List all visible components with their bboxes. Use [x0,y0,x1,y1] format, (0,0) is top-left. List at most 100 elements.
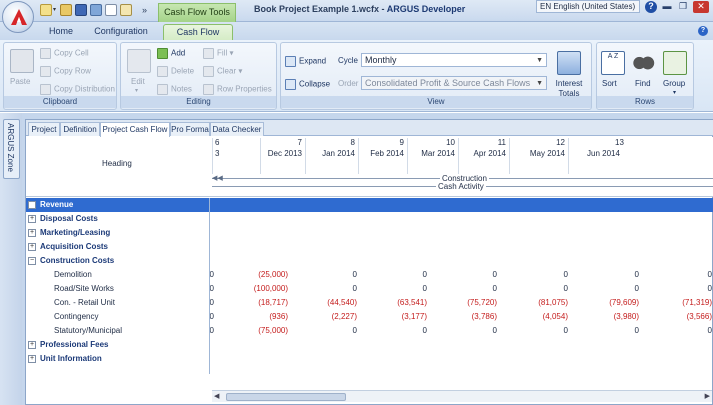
cash-flow-cell[interactable]: 0 [635,284,639,293]
cash-flow-cell[interactable]: 0 [564,326,568,335]
cash-flow-cell[interactable]: (3,177) [402,312,427,321]
cash-flow-cell[interactable]: 0 [423,326,427,335]
edit-dropdown-icon[interactable]: ▾ [135,87,138,94]
line-item-row[interactable]: Statutory/Municipal 0 (75,000) 0 0 0 0 0 0 [26,324,713,338]
scroll-left-icon[interactable]: ◀ [214,392,219,400]
cash-flow-cell[interactable]: (63,541) [397,298,427,307]
group-row[interactable]: + Marketing/Leasing [26,226,713,240]
expand-row-icon[interactable]: + [28,243,36,251]
sheet-tab-project-cash-flow[interactable]: Project Cash Flow [100,122,170,137]
close-icon[interactable]: ✕ [693,1,709,13]
cash-flow-cell[interactable]: 0 [423,270,427,279]
cash-flow-cell[interactable]: (3,786) [472,312,497,321]
expand-row-icon[interactable]: + [28,229,36,237]
row-properties-button[interactable]: Row Properties [203,84,272,95]
order-select[interactable]: Consolidated Profit & Source Cash Flows ▼ [361,76,547,90]
cash-flow-cell[interactable]: (18,717) [258,298,288,307]
edit-button[interactable]: Edit [131,77,145,86]
horizontal-scrollbar[interactable]: ◀ ▶ [212,390,712,402]
cash-flow-cell[interactable]: 0 [423,284,427,293]
scrollbar-thumb[interactable] [226,393,346,401]
expand-row-icon[interactable]: + [28,215,36,223]
fill-button[interactable]: Fill ▾ [203,48,233,59]
minimize-icon[interactable]: ▬ [660,1,674,13]
cash-flow-cell[interactable]: (44,540) [327,298,357,307]
cash-flow-cell[interactable]: (3,566) [687,312,712,321]
cash-flow-cell[interactable]: 0 [635,326,639,335]
line-item-row[interactable]: Demolition 0 (25,000) 0 0 0 0 0 0 [26,268,713,282]
qat-overflow-icon[interactable]: » [142,5,147,15]
cash-flow-cell[interactable]: (75,000) [258,326,288,335]
tab-cash-flow[interactable]: Cash Flow [163,24,233,40]
argus-zone-tab[interactable]: ARGUS Zone [3,119,20,179]
sheet-tab-pro-forma[interactable]: Pro Forma [170,122,210,136]
cash-flow-cell[interactable]: 0 [708,326,712,335]
cash-flow-cell[interactable]: (81,075) [538,298,568,307]
group-row[interactable]: + Disposal Costs [26,212,713,226]
period-column-header[interactable]: 8 Jan 2014 [305,138,358,174]
cash-flow-cell[interactable]: 0 [493,270,497,279]
period-column-header[interactable]: 9 Feb 2014 [358,138,407,174]
cash-flow-cell[interactable]: (4,054) [543,312,568,321]
heading-column-header[interactable]: Heading [102,159,132,168]
save-icon[interactable] [75,4,87,16]
group-row[interactable]: + Professional Fees [26,338,713,352]
line-item-row[interactable]: Con. - Retail Unit 0 (18,717) (44,540) (63,5… [26,296,713,310]
ribbon-help-icon[interactable]: ? [698,26,708,36]
sheet-tab-data-checker[interactable]: Data Checker [210,122,264,136]
find-button[interactable]: Find [635,79,651,88]
group-button[interactable]: Group [663,79,685,88]
tab-configuration[interactable]: Configuration [90,24,152,40]
copy-distribution-button[interactable]: Copy Distribution [40,84,115,95]
new-file-icon[interactable] [40,4,52,16]
cash-flow-cell[interactable]: 0 [635,270,639,279]
help-icon[interactable]: ? [645,1,657,13]
tab-home[interactable]: Home [36,24,86,40]
group-row[interactable]: − Construction Costs [26,254,713,268]
cash-flow-cell[interactable]: (3,980) [614,312,639,321]
cash-flow-cell[interactable]: 0 [564,270,568,279]
line-item-row[interactable]: Contingency 0 (936) (2,227) (3,177) (3,786) (4… [26,310,713,324]
print-icon[interactable] [120,4,132,16]
scroll-right-icon[interactable]: ▶ [705,392,710,400]
group-dropdown-icon[interactable]: ▾ [673,89,676,96]
language-selector[interactable]: EN English (United States) [536,0,640,13]
cycle-select[interactable]: Monthly ▼ [361,53,547,67]
period-column-header[interactable]: 11 Apr 2014 [458,138,509,174]
period-column-header[interactable]: 10 Mar 2014 [407,138,458,174]
group-row[interactable]: + Acquisition Costs [26,240,713,254]
expand-button[interactable]: Expand [285,56,326,67]
collapse-button[interactable]: Collapse [285,79,330,90]
cash-flow-cell[interactable]: 0 [708,284,712,293]
cash-flow-cell[interactable]: 0 [564,284,568,293]
save-as-icon[interactable] [90,4,102,16]
paste-button[interactable]: Paste [10,77,30,86]
new-dropdown-icon[interactable]: ▾ [53,6,56,13]
cash-flow-cell[interactable]: (71,319) [682,298,712,307]
notes-button[interactable]: Notes [157,84,192,95]
cash-flow-cell[interactable]: (75,720) [467,298,497,307]
sort-button[interactable]: Sort [602,79,617,88]
period-column-header[interactable]: 13 Jun 2014 [568,138,713,174]
application-menu-button[interactable] [2,1,34,33]
sheet-tab-definition[interactable]: Definition [60,122,100,136]
cash-flow-cell[interactable]: 0 [493,284,497,293]
cash-flow-cell[interactable]: 0 [353,326,357,335]
cash-flow-cell[interactable]: (2,227) [332,312,357,321]
add-button[interactable]: Add [157,48,185,59]
collapse-row-icon[interactable]: − [28,257,36,265]
period-column-header[interactable]: 12 May 2014 [509,138,568,174]
group-row[interactable]: + Unit Information [26,352,713,366]
group-row[interactable]: + Revenue [26,198,713,212]
cash-flow-cell[interactable]: 0 [353,270,357,279]
sheet-tab-project[interactable]: Project [28,122,60,136]
line-item-row[interactable]: Road/Site Works 0 (100,000) 0 0 0 0 0 0 [26,282,713,296]
expand-row-icon[interactable]: + [28,341,36,349]
cash-flow-cell[interactable]: 0 [493,326,497,335]
period-column-header[interactable]: 7 Dec 2013 [260,138,305,174]
period-column-header[interactable]: 63 [212,138,260,174]
restore-icon[interactable]: ❐ [676,1,690,13]
copy-row-button[interactable]: Copy Row [40,66,91,77]
copy-cell-button[interactable]: Copy Cell [40,48,89,59]
cash-flow-cell[interactable]: (100,000) [254,284,288,293]
